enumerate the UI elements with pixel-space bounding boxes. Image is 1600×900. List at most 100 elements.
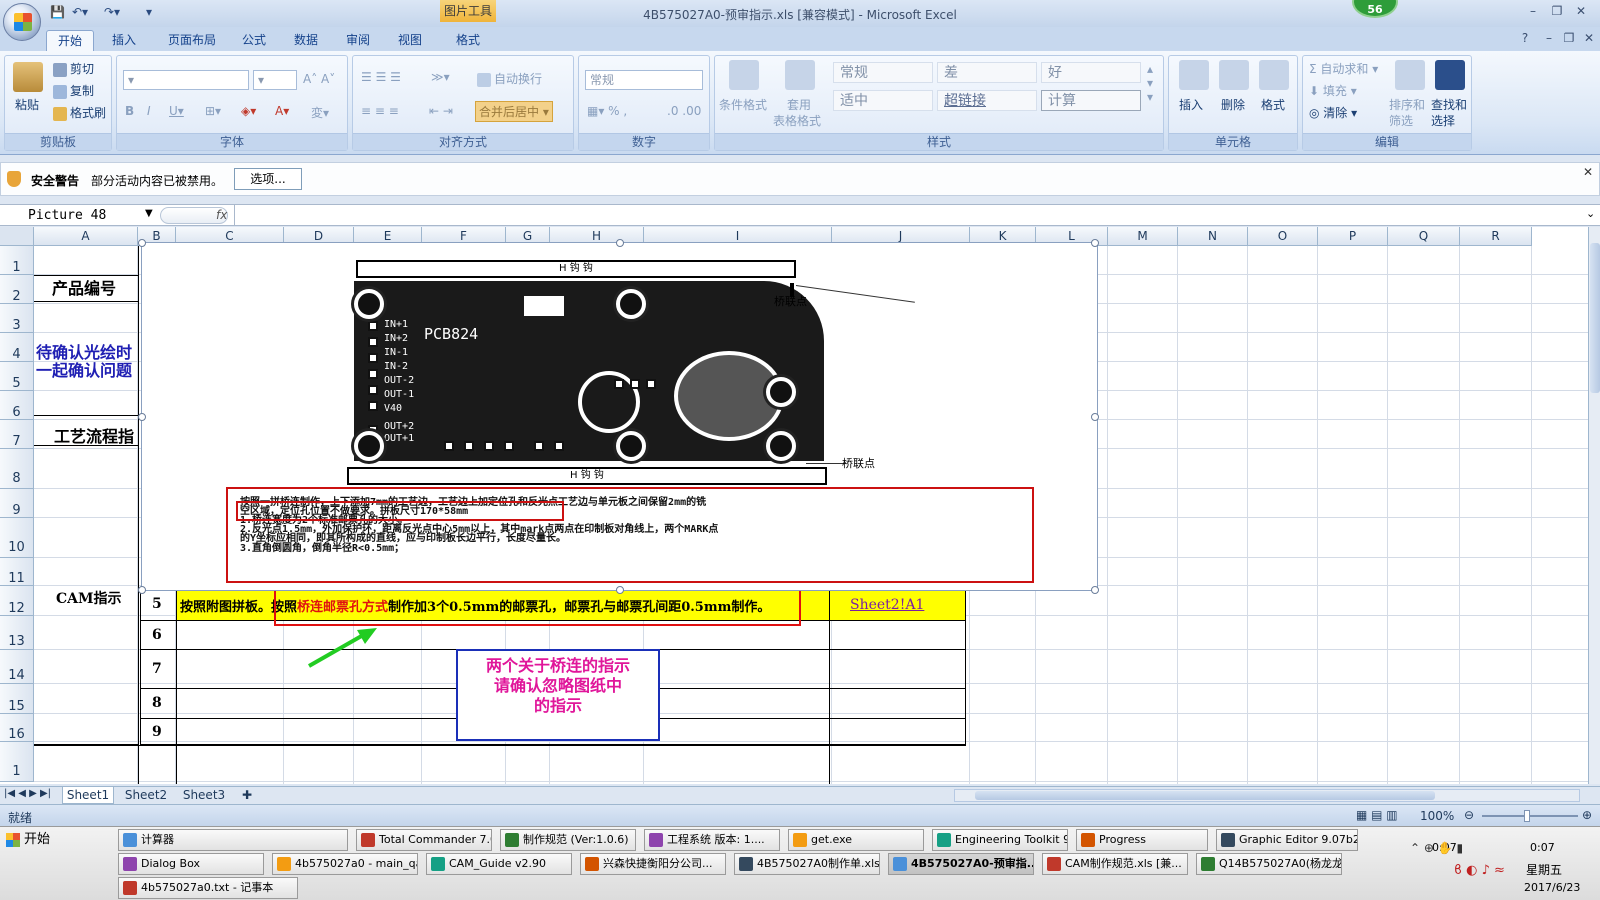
taskbar-button[interactable]: 4B575027A0-预审指... xyxy=(888,853,1034,875)
taskbar-button[interactable]: 4b575027a0 - main_qa xyxy=(272,853,418,875)
column-header[interactable]: P xyxy=(1318,227,1388,246)
column-header[interactable]: A xyxy=(34,227,138,246)
column-header[interactable]: Q xyxy=(1388,227,1460,246)
bold-button[interactable]: B xyxy=(125,104,134,118)
cell-cam-instruction[interactable]: CAM指示 xyxy=(56,588,122,608)
zoom-out-icon[interactable]: ⊖ xyxy=(1464,808,1474,822)
row-header[interactable]: 14 xyxy=(0,650,34,684)
office-button[interactable] xyxy=(3,3,41,41)
conditional-format-button[interactable]: 条件格式 xyxy=(719,96,767,113)
format-cells-button[interactable]: 格式 xyxy=(1261,96,1285,113)
resize-handle[interactable] xyxy=(1091,413,1099,421)
tray-icons-2[interactable]: ϐ ◐ ♪ ≈ xyxy=(1454,863,1505,878)
row-header[interactable]: 7 xyxy=(0,420,34,449)
binoculars-icon[interactable] xyxy=(1435,60,1465,90)
style-bad[interactable]: 差 xyxy=(937,62,1037,83)
security-options-button[interactable]: 选项... xyxy=(234,168,302,190)
worksheet-grid[interactable]: ABCDEFGHIJKLMNOPQR 1 2 3 4 5 6 7 8 9 10 11 12 13 14 15… xyxy=(0,227,1588,784)
italic-button[interactable]: I xyxy=(147,104,151,118)
column-header[interactable]: O xyxy=(1248,227,1318,246)
zoom-slider-thumb[interactable] xyxy=(1524,810,1530,822)
taskbar-button[interactable]: 计算器 xyxy=(118,829,348,851)
pcb-picture[interactable]: H 钩 钩 H 钩 钩 PCB824 IN+1 IN+2 IN-1 IN-2 O… xyxy=(138,239,1099,594)
sheet-tab-1[interactable]: Sheet1 xyxy=(62,787,114,804)
zoom-slider[interactable] xyxy=(1482,815,1578,817)
column-header[interactable]: R xyxy=(1460,227,1532,246)
style-hyperlink[interactable]: 超链接 xyxy=(937,90,1037,111)
sort-filter-button-line2[interactable]: 筛选 xyxy=(1389,112,1413,129)
tray-icons[interactable]: ⌃ ⊕ ✋ ▮ xyxy=(1410,841,1463,855)
column-header[interactable]: M xyxy=(1108,227,1178,246)
taskbar-button[interactable]: Progress xyxy=(1076,829,1208,851)
resize-handle[interactable] xyxy=(138,586,146,594)
taskbar-button[interactable]: Graphic Editor 9.07b2... xyxy=(1216,829,1358,851)
row-header[interactable]: 6 xyxy=(0,391,34,420)
taskbar-button[interactable]: Total Commander 7.0... xyxy=(356,829,492,851)
row-header[interactable]: 4 xyxy=(0,333,34,362)
row-header[interactable]: 9 xyxy=(0,489,34,518)
delete-cells-button[interactable]: 删除 xyxy=(1221,96,1245,113)
zoom-level[interactable]: 100% xyxy=(1420,809,1454,823)
view-buttons-icon[interactable]: ▦ ▤ ▥ xyxy=(1356,808,1398,822)
row-header[interactable]: 1 xyxy=(0,246,34,275)
wrap-text-button[interactable]: 自动换行 xyxy=(477,70,542,87)
fill-color-icon[interactable]: ◈▾ xyxy=(241,104,256,118)
sort-filter-button[interactable]: 排序和 xyxy=(1389,96,1425,113)
taskbar-button[interactable]: Engineering Toolkit 9.... xyxy=(932,829,1068,851)
tab-data[interactable]: 数据 xyxy=(284,30,328,51)
table-format-button-line2[interactable]: 表格格式 xyxy=(773,112,821,129)
cut-button[interactable]: 剪切 xyxy=(53,60,94,77)
ribbon-minimize-icon[interactable]: – xyxy=(1540,31,1558,47)
row-header[interactable]: 2 xyxy=(0,275,34,304)
taskbar-button[interactable]: 工程系统 版本: 1.... xyxy=(644,829,780,851)
row-header[interactable]: 8 xyxy=(0,449,34,489)
resize-handle[interactable] xyxy=(1091,239,1099,247)
formula-expand-icon[interactable]: ⌄ xyxy=(1586,207,1595,220)
cell-process-flow[interactable]: 工艺流程指 xyxy=(54,423,134,447)
row-header[interactable]: 16 xyxy=(0,714,34,742)
name-box-dropdown-icon[interactable]: ▼ xyxy=(145,208,153,219)
row-header[interactable]: 11 xyxy=(0,558,34,586)
orientation-icon[interactable]: ≫▾ xyxy=(431,70,450,84)
tab-page-layout[interactable]: 页面布局 xyxy=(156,30,228,51)
note-box[interactable]: 两个关于桥连的指示 请确认忽略图纸中 的指示 xyxy=(456,649,660,741)
sheet-tab-2[interactable]: Sheet2 xyxy=(120,787,172,804)
row-header[interactable]: 12 xyxy=(0,586,34,616)
sheet-tab-3[interactable]: Sheet3 xyxy=(178,787,230,804)
name-box[interactable]: Picture 48 xyxy=(2,206,154,225)
vertical-scroll-thumb[interactable] xyxy=(1590,243,1600,393)
horizontal-scrollbar[interactable] xyxy=(954,789,1580,802)
close-icon[interactable]: ✕ xyxy=(1572,4,1590,20)
border-icon[interactable]: ⊞▾ xyxy=(205,104,221,118)
currency-icon[interactable]: ▦▾ % , xyxy=(587,104,627,118)
zoom-in-icon[interactable]: ⊕ xyxy=(1582,808,1592,822)
grow-font-icon[interactable]: A˄ A˅ xyxy=(303,72,335,86)
taskbar-button[interactable]: Dialog Box xyxy=(118,853,264,875)
insert-cells-button[interactable]: 插入 xyxy=(1179,96,1203,113)
cell-confirm-line2[interactable]: 一起确认问题 xyxy=(36,357,132,381)
cell-product-code[interactable]: 产品编号 xyxy=(52,275,116,299)
autosum-button[interactable]: Σ 自动求和 ▾ xyxy=(1309,60,1378,77)
font-color-icon[interactable]: A▾ xyxy=(275,104,289,118)
row-header[interactable]: 13 xyxy=(0,616,34,650)
style-good[interactable]: 好 xyxy=(1041,62,1141,83)
fill-button[interactable]: ⬇ 填充 ▾ xyxy=(1309,82,1357,99)
fx-icon[interactable]: fx xyxy=(216,208,227,222)
workbook-close-icon[interactable]: ✕ xyxy=(1580,31,1598,47)
phonetic-icon[interactable]: 変▾ xyxy=(311,104,329,121)
style-normal[interactable]: 常规 xyxy=(833,62,933,83)
format-cells-icon[interactable] xyxy=(1259,60,1289,90)
row-header[interactable]: 10 xyxy=(0,518,34,558)
delete-cells-icon[interactable] xyxy=(1219,60,1249,90)
minimize-icon[interactable]: – xyxy=(1524,4,1542,20)
resize-handle[interactable] xyxy=(616,586,624,594)
tab-format[interactable]: 格式 xyxy=(446,30,490,51)
find-select-button-line2[interactable]: 选择 xyxy=(1431,112,1455,129)
taskbar-button[interactable]: 4b575027a0.txt - 记事本 xyxy=(118,877,298,899)
number-format-combo[interactable]: 常规 xyxy=(585,70,703,90)
horizontal-scroll-thumb[interactable] xyxy=(975,791,1435,800)
select-all-corner[interactable] xyxy=(0,227,34,246)
clear-button[interactable]: ◎ 清除 ▾ xyxy=(1309,104,1357,121)
taskbar-button[interactable]: CAM制作规范.xls [兼... xyxy=(1042,853,1188,875)
taskbar-button[interactable]: 兴森快捷衡阳分公司... xyxy=(580,853,726,875)
